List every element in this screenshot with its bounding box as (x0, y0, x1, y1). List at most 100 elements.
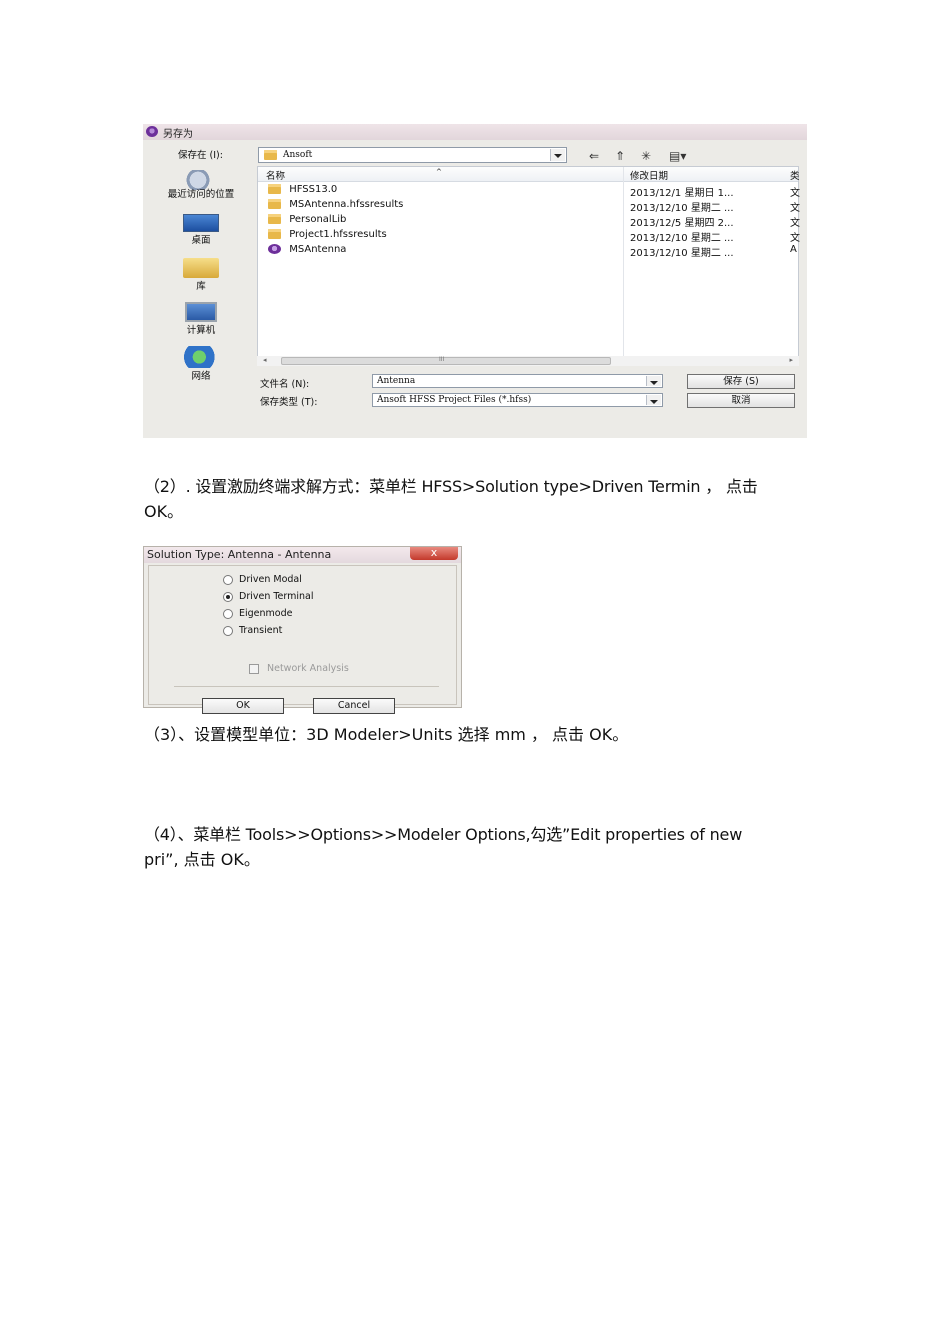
file-list: 名称 ^ 修改日期 类 HFSS13.0 2013/12/1 星期日 1... … (257, 166, 800, 366)
folder-icon (268, 199, 281, 209)
desktop-icon (183, 214, 219, 232)
radio-driven-terminal[interactable]: Driven Terminal (223, 591, 314, 602)
radio-label: Driven Modal (239, 574, 302, 585)
file-type: 文 (790, 203, 800, 214)
radio-icon (223, 608, 233, 619)
step2-paragraph: （2）. 设置激励终端求解方式：菜单栏 HFSS>Solution type>D… (144, 474, 808, 524)
scrollbar-thumb[interactable]: III (281, 356, 611, 365)
folder-icon (268, 214, 281, 224)
radio-label: Driven Terminal (239, 591, 314, 602)
file-name: HFSS13.0 (289, 184, 338, 195)
file-date: 2013/12/1 星期日 1... (630, 188, 734, 199)
network-analysis-checkbox: Network Analysis (249, 663, 349, 674)
ok-button[interactable]: OK (202, 698, 284, 714)
radio-icon (223, 574, 233, 585)
folder-icon (268, 184, 281, 194)
step4-paragraph: （4）、菜单栏 Tools>>Options>>Modeler Options,… (144, 822, 808, 872)
hfss-app-icon (268, 244, 281, 254)
dialog-title: 另存为 (163, 129, 193, 140)
recent-places-icon (186, 170, 216, 190)
scroll-grip: III (439, 356, 445, 363)
place-label: 最近访问的位置 (167, 189, 235, 200)
file-type: 文 (790, 188, 800, 199)
radio-transient[interactable]: Transient (223, 625, 282, 636)
radio-driven-modal[interactable]: Driven Modal (223, 574, 302, 585)
radio-eigenmode[interactable]: Eigenmode (223, 608, 292, 619)
new-folder-icon[interactable]: ✳ (641, 149, 651, 163)
horizontal-scrollbar[interactable]: ◂ III ▸ (257, 356, 799, 366)
save-as-dialog: 另存为 保存在 (I): Ansoft ⇐ ⇑ ✳ ▤▾ 最近访问的位置 桌面 … (143, 124, 807, 438)
sort-caret-icon: ^ (436, 168, 442, 176)
file-date: 2013/12/10 星期二 ... (630, 248, 734, 259)
scroll-right-icon[interactable]: ▸ (789, 356, 793, 364)
place-label: 网络 (191, 371, 211, 382)
file-name: MSAntenna.hfssresults (289, 199, 404, 210)
folder-icon (264, 150, 277, 160)
place-libraries[interactable]: 库 (151, 258, 251, 292)
save-in-label: 保存在 (I): (178, 150, 223, 161)
close-icon[interactable]: x (410, 547, 458, 560)
radio-label: Eigenmode (239, 608, 293, 619)
file-name: MSAntenna (289, 244, 347, 255)
column-header-date[interactable]: 修改日期 (630, 168, 668, 182)
step2-line2: OK。 (144, 502, 184, 521)
list-item[interactable]: HFSS13.0 2013/12/1 星期日 1... 文 (258, 184, 800, 199)
network-icon (184, 346, 218, 368)
save-in-combo[interactable]: Ansoft (258, 147, 567, 163)
list-item[interactable]: Project1.hfssresults 2013/12/10 星期二 ... … (258, 229, 800, 244)
chevron-down-icon[interactable] (646, 395, 661, 405)
chevron-down-icon[interactable] (646, 376, 661, 386)
up-folder-icon[interactable]: ⇑ (615, 149, 625, 163)
list-item[interactable]: PersonalLib 2013/12/5 星期四 2... 文 (258, 214, 800, 229)
list-item[interactable]: MSAntenna.hfssresults 2013/12/10 星期二 ...… (258, 199, 800, 214)
scroll-left-icon[interactable]: ◂ (263, 356, 267, 364)
solution-options-panel: Driven Modal Driven Terminal Eigenmode T… (148, 565, 457, 714)
step3-paragraph: （3）、设置模型单位：3D Modeler>Units 选择 mm ， 点击 O… (144, 722, 628, 747)
radio-icon (223, 625, 233, 636)
filename-label: 文件名 (N): (260, 379, 310, 390)
back-arrow-icon[interactable]: ⇐ (589, 149, 599, 163)
save-button[interactable]: 保存 (S) (687, 374, 795, 389)
chevron-down-icon[interactable] (550, 149, 565, 161)
filetype-value: Ansoft HFSS Project Files (*.hfss) (377, 395, 532, 405)
step4-line1: （4）、菜单栏 Tools>>Options>>Modeler Options,… (144, 825, 743, 844)
cancel-button[interactable]: 取消 (687, 393, 795, 408)
dialog-titlebar: Solution Type: Antenna - Antenna x (144, 547, 461, 563)
step3-line1: （3）、设置模型单位：3D Modeler>Units 选择 mm ， 点击 O… (144, 725, 629, 744)
file-date: 2013/12/10 星期二 ... (630, 203, 734, 214)
save-in-value: Ansoft (283, 150, 313, 160)
column-header-name[interactable]: 名称 (266, 168, 285, 182)
divider (174, 686, 439, 687)
place-network[interactable]: 网络 (151, 346, 251, 382)
step4-line2: pri”, 点击 OK。 (144, 850, 260, 869)
file-type: 文 (790, 233, 800, 244)
solution-type-dialog: Solution Type: Antenna - Antenna x Drive… (143, 546, 462, 714)
folder-icon (268, 229, 281, 239)
file-name: Project1.hfssresults (289, 229, 387, 240)
place-computer[interactable]: 计算机 (151, 302, 251, 336)
dialog-titlebar: 另存为 (143, 124, 807, 140)
dialog-title: Solution Type: Antenna - Antenna (147, 548, 332, 561)
column-header-type[interactable]: 类 (790, 168, 800, 182)
computer-icon (185, 302, 217, 322)
file-date: 2013/12/10 星期二 ... (630, 233, 734, 244)
file-type: A (790, 244, 797, 255)
filename-input[interactable]: Antenna (372, 374, 663, 388)
filetype-select[interactable]: Ansoft HFSS Project Files (*.hfss) (372, 393, 663, 407)
place-desktop[interactable]: 桌面 (151, 214, 251, 246)
view-menu-icon[interactable]: ▤▾ (669, 149, 686, 163)
file-date: 2013/12/5 星期四 2... (630, 218, 734, 229)
place-label: 计算机 (186, 325, 216, 336)
place-label: 桌面 (191, 235, 211, 246)
hfss-app-icon (146, 126, 158, 137)
place-label: 库 (196, 281, 206, 292)
list-item[interactable]: MSAntenna 2013/12/10 星期二 ... A (258, 244, 798, 259)
libraries-icon (183, 258, 219, 278)
checkbox-label: Network Analysis (267, 663, 349, 674)
cancel-button[interactable]: Cancel (313, 698, 395, 714)
step2-line1: （2）. 设置激励终端求解方式：菜单栏 HFSS>Solution type>D… (144, 477, 758, 496)
filetype-label: 保存类型 (T): (260, 397, 318, 408)
place-recent[interactable]: 最近访问的位置 (151, 170, 251, 200)
file-name: PersonalLib (289, 214, 347, 225)
file-list-header: 名称 ^ 修改日期 类 (258, 167, 800, 182)
